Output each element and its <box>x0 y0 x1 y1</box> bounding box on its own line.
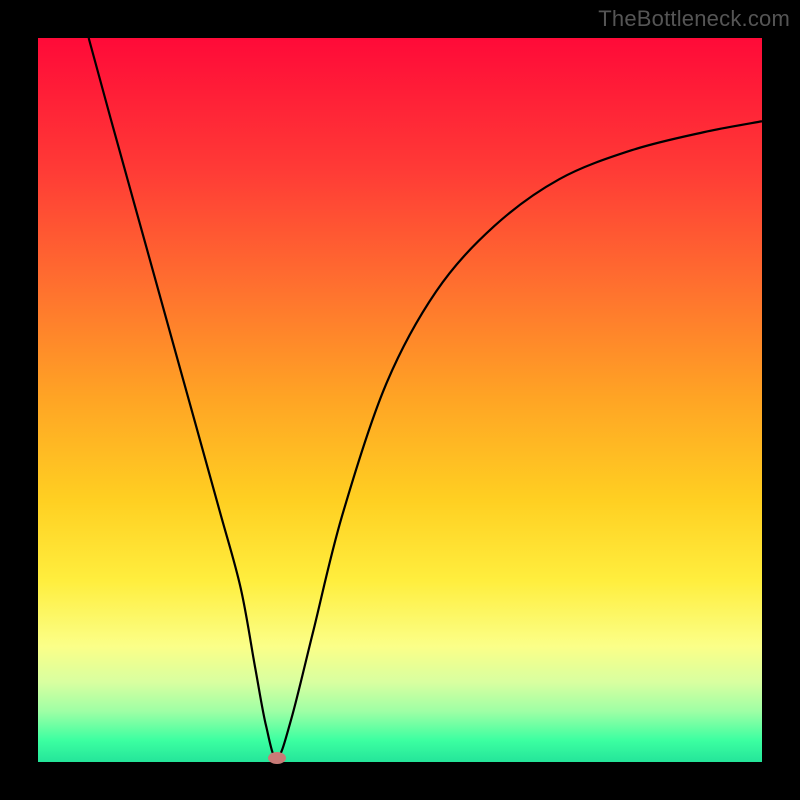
curve-svg <box>38 38 762 762</box>
plot-area <box>38 38 762 762</box>
chart-frame: TheBottleneck.com <box>0 0 800 800</box>
optimum-marker <box>268 752 286 764</box>
watermark-text: TheBottleneck.com <box>598 6 790 32</box>
bottleneck-curve <box>89 38 762 758</box>
